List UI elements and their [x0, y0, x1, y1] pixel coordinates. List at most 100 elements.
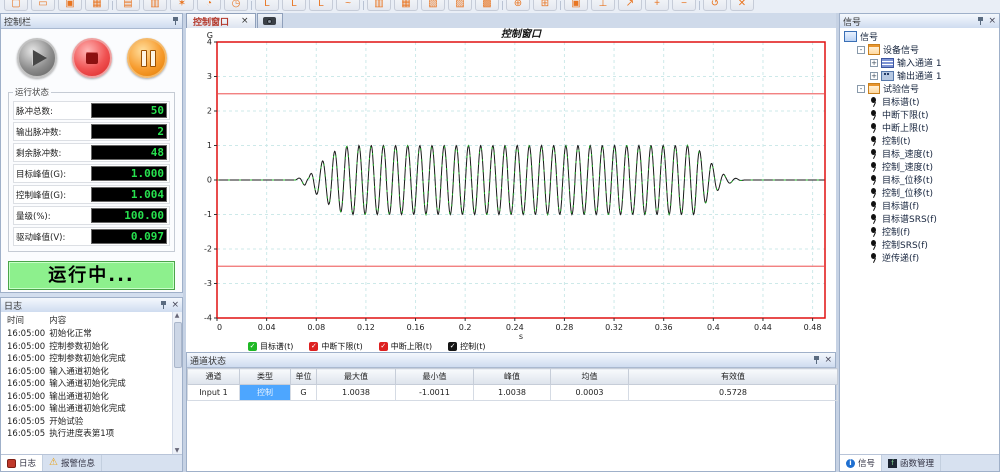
stop-button[interactable] — [72, 38, 112, 78]
tab-control-window-label: 控制窗口 — [193, 15, 229, 28]
tree-item[interactable]: -设备信号 — [840, 43, 999, 56]
toolbar-save-all-button[interactable]: ▦ — [85, 0, 109, 11]
log-message: 输出通道初始化 — [49, 391, 130, 404]
log-tab-inactive[interactable]: ⚠报警信息 — [43, 455, 102, 471]
tree-item[interactable]: +输入通道 1 — [840, 56, 999, 69]
toolbar-schedule-button[interactable]: ◷ — [224, 0, 248, 11]
toolbar-open-button[interactable]: ▭ — [31, 0, 55, 11]
log-row[interactable]: 16:05:00输出通道初始化 — [7, 391, 130, 404]
control-panel-titlebar: 控制栏 — [1, 14, 182, 29]
legend-checkbox-icon[interactable]: ✓ — [448, 342, 457, 351]
legend-checkbox-icon[interactable]: ✓ — [248, 342, 257, 351]
tree-item[interactable]: 信号 — [840, 30, 999, 43]
tree-item[interactable]: 目标谱(f) — [840, 199, 999, 212]
log-scrollbar[interactable]: ▲ ▼ — [172, 312, 182, 455]
close-icon[interactable]: × — [824, 356, 832, 365]
control-chart[interactable]: 控制窗口G43210-1-2-3-400.040.080.120.160.20.… — [186, 28, 836, 340]
signal-tab-inactive[interactable]: f函数管理 — [882, 455, 941, 471]
toolbar-save-button[interactable]: ▣ — [58, 0, 82, 11]
legend-item[interactable]: ✓目标谱(t) — [248, 341, 293, 352]
channel-row[interactable]: Input 1控制G1.0038-1.00111.00380.00030.572… — [188, 385, 838, 401]
toolbar-cursor-add-button[interactable]: ⊕ — [506, 0, 530, 11]
log-row[interactable]: 16:05:00控制参数初始化 — [7, 341, 130, 354]
toolbar-wave-button[interactable]: ~ — [336, 0, 360, 11]
toolbar-report-button[interactable]: ▥ — [143, 0, 167, 11]
close-icon[interactable]: × — [171, 301, 179, 310]
toolbar-pan-button[interactable]: ↗ — [618, 0, 642, 11]
toolbar-meter-button[interactable]: ◔ — [197, 0, 221, 11]
log-y-icon: L — [318, 0, 324, 9]
legend-checkbox-icon[interactable]: ✓ — [379, 342, 388, 351]
signal-tab-active[interactable]: i信号 — [840, 455, 882, 471]
toolbar-undo-button[interactable]: ↺ — [703, 0, 727, 11]
expand-icon[interactable]: + — [870, 72, 878, 80]
toolbar-span-button[interactable]: ⊥ — [591, 0, 615, 11]
play-icon — [33, 50, 47, 66]
tab-control-window[interactable]: 控制窗口 × — [186, 13, 256, 28]
log-row[interactable]: 16:05:00输入通道初始化完成 — [7, 378, 130, 391]
toolbar-new-button[interactable]: ▢ — [4, 0, 28, 11]
log-row[interactable]: 16:05:05开始试验 — [7, 416, 130, 429]
toolbar-log-y-button[interactable]: L — [309, 0, 333, 11]
pin-icon[interactable] — [977, 16, 984, 26]
snapshot-tab[interactable] — [257, 13, 283, 28]
legend-checkbox-icon[interactable]: ✓ — [309, 342, 318, 351]
close-icon[interactable]: × — [241, 16, 249, 26]
toolbar-favorites-button[interactable]: ✶ — [170, 0, 194, 11]
toolbar-layout-rows-button[interactable]: ▧ — [421, 0, 445, 11]
toolbar-print-button[interactable]: ▤ — [116, 0, 140, 11]
tree-item[interactable]: 中断上限(t) — [840, 121, 999, 134]
log-tab-active[interactable]: 日志 — [1, 455, 43, 471]
pin-icon[interactable] — [160, 300, 167, 310]
collapse-icon[interactable]: - — [857, 85, 865, 93]
tree-item[interactable]: 目标谱SRS(f) — [840, 212, 999, 225]
toolbar-lin-lin-button[interactable]: L — [255, 0, 279, 11]
tree-item[interactable]: 中断下限(t) — [840, 108, 999, 121]
status-field-label: 控制峰值(G): — [16, 189, 66, 201]
legend-item[interactable]: ✓中断下限(t) — [309, 341, 362, 352]
log-row[interactable]: 16:05:00输入通道初始化 — [7, 366, 130, 379]
legend-item[interactable]: ✓中断上限(t) — [379, 341, 432, 352]
tree-item[interactable]: 控制_速度(t) — [840, 160, 999, 173]
close-icon[interactable]: × — [988, 17, 996, 26]
toolbar-layout-cols-button[interactable]: ▨ — [448, 0, 472, 11]
tree-item[interactable]: +输出通道 1 — [840, 69, 999, 82]
tree-item[interactable]: 逆传递(f) — [840, 251, 999, 264]
tree-item[interactable]: 控制(f) — [840, 225, 999, 238]
tree-item[interactable]: - 试验信号 — [840, 82, 999, 95]
toolbar-layout-grid-button[interactable]: ▦ — [394, 0, 418, 11]
run-status-group: 运行状态 脉冲总数:50输出脉冲数:2剩余脉冲数:48目标峰值(G):1.000… — [8, 86, 175, 252]
tree-item-label: 试验信号 — [883, 82, 919, 95]
toolbar-log-x-button[interactable]: L — [282, 0, 306, 11]
toolbar-layout-quad-button[interactable]: ▩ — [475, 0, 499, 11]
tree-item[interactable]: 目标谱(t) — [840, 95, 999, 108]
scroll-up-icon[interactable]: ▲ — [173, 312, 181, 320]
log-time: 16:05:00 — [7, 328, 49, 341]
app-window: ▢▭▣▦▤▥✶◔◷LLL~▥▦▧▨▩⊕⊞▣⊥↗+−↺✕ 控制栏 运行状态 脉冲总… — [0, 0, 1000, 472]
toolbar-zoom-out-button[interactable]: − — [672, 0, 696, 11]
pin-icon[interactable] — [813, 355, 820, 365]
channel-column-header: 峰值 — [474, 369, 551, 385]
expand-icon[interactable]: + — [870, 59, 878, 67]
log-row[interactable]: 16:05:05执行进度表第1项 — [7, 428, 130, 441]
legend-item[interactable]: ✓控制(t) — [448, 341, 485, 352]
toolbar-layout-single-button[interactable]: ▥ — [367, 0, 391, 11]
toolbar-save-data-button[interactable]: ▣ — [564, 0, 588, 11]
play-button[interactable] — [17, 38, 57, 78]
log-row[interactable]: 16:05:00输出通道初始化完成 — [7, 403, 130, 416]
signal-icon — [870, 187, 879, 198]
pin-icon[interactable] — [172, 16, 179, 26]
collapse-icon[interactable]: - — [857, 46, 865, 54]
toolbar-zoom-in-button[interactable]: + — [645, 0, 669, 11]
tree-item[interactable]: 目标_位移(t) — [840, 173, 999, 186]
log-row[interactable]: 16:05:00初始化正常 — [7, 328, 130, 341]
scrollbar-thumb[interactable] — [174, 322, 182, 368]
log-row[interactable]: 16:05:00控制参数初始化完成 — [7, 353, 130, 366]
tree-item[interactable]: 目标_速度(t) — [840, 147, 999, 160]
pause-button[interactable] — [127, 38, 167, 78]
tree-item[interactable]: 控制SRS(f) — [840, 238, 999, 251]
tree-item[interactable]: 控制_位移(t) — [840, 186, 999, 199]
toolbar-close-button[interactable]: ✕ — [730, 0, 754, 11]
tree-item[interactable]: 控制(t) — [840, 134, 999, 147]
toolbar-cursor-box-button[interactable]: ⊞ — [533, 0, 557, 11]
